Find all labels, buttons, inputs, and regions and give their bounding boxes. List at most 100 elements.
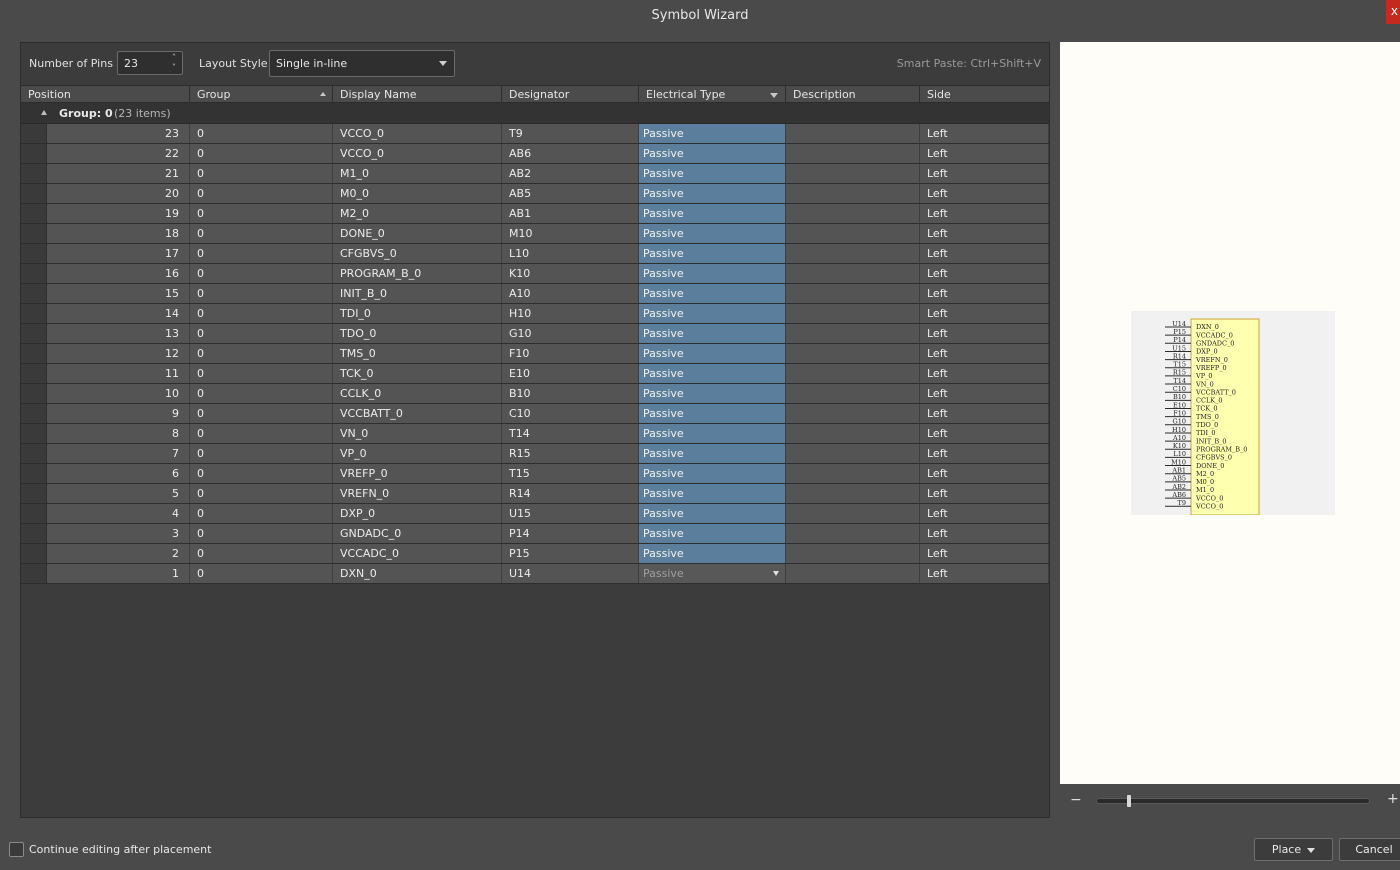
cell-position[interactable]: 23 <box>47 124 190 143</box>
cell-designator[interactable]: AB2 <box>502 164 639 183</box>
zoom-in-button[interactable]: + <box>1387 791 1399 807</box>
cell-group[interactable]: 0 <box>190 284 333 303</box>
table-row[interactable]: 5 0 VREFN_0 R14 Passive Left <box>21 484 1049 504</box>
cell-electrical-type[interactable]: Passive <box>639 324 786 343</box>
cell-designator[interactable]: AB6 <box>502 144 639 163</box>
cell-display-name[interactable]: TDI_0 <box>333 304 502 323</box>
cell-description[interactable] <box>786 484 920 503</box>
cell-electrical-type[interactable]: Passive <box>639 284 786 303</box>
cell-electrical-type[interactable]: Passive <box>639 344 786 363</box>
cell-position[interactable]: 1 <box>47 564 190 583</box>
table-row[interactable]: 9 0 VCCBATT_0 C10 Passive Left <box>21 404 1049 424</box>
place-button[interactable]: Place <box>1254 838 1333 861</box>
cell-designator[interactable]: C10 <box>502 404 639 423</box>
cell-side[interactable]: Left <box>920 204 1049 223</box>
table-row[interactable]: 16 0 PROGRAM_B_0 K10 Passive Left <box>21 264 1049 284</box>
filter-icon[interactable] <box>770 93 778 98</box>
cell-display-name[interactable]: VCCO_0 <box>333 124 502 143</box>
cell-position[interactable]: 5 <box>47 484 190 503</box>
spinner-down-icon[interactable]: ˅ <box>170 64 178 72</box>
cell-side[interactable]: Left <box>920 484 1049 503</box>
cell-designator[interactable]: U14 <box>502 564 639 583</box>
table-row[interactable]: 10 0 CCLK_0 B10 Passive Left <box>21 384 1049 404</box>
cell-position[interactable]: 14 <box>47 304 190 323</box>
cell-display-name[interactable]: VP_0 <box>333 444 502 463</box>
cell-side[interactable]: Left <box>920 384 1049 403</box>
cell-group[interactable]: 0 <box>190 204 333 223</box>
cell-display-name[interactable]: VREFP_0 <box>333 464 502 483</box>
cell-description[interactable] <box>786 344 920 363</box>
cell-side[interactable]: Left <box>920 464 1049 483</box>
cell-group[interactable]: 0 <box>190 184 333 203</box>
cell-side[interactable]: Left <box>920 124 1049 143</box>
cell-display-name[interactable]: M0_0 <box>333 184 502 203</box>
cell-position[interactable]: 18 <box>47 224 190 243</box>
cell-side[interactable]: Left <box>920 264 1049 283</box>
cell-electrical-type[interactable]: Passive <box>639 504 786 523</box>
cell-designator[interactable]: F10 <box>502 344 639 363</box>
cell-description[interactable] <box>786 164 920 183</box>
cell-position[interactable]: 11 <box>47 364 190 383</box>
cell-group[interactable]: 0 <box>190 544 333 563</box>
cell-description[interactable] <box>786 224 920 243</box>
cell-side[interactable]: Left <box>920 544 1049 563</box>
cell-position[interactable]: 17 <box>47 244 190 263</box>
cell-position[interactable]: 16 <box>47 264 190 283</box>
cell-position[interactable]: 2 <box>47 544 190 563</box>
cell-electrical-type[interactable]: Passive <box>639 564 786 583</box>
table-row[interactable]: 15 0 INIT_B_0 A10 Passive Left <box>21 284 1049 304</box>
cell-position[interactable]: 7 <box>47 444 190 463</box>
zoom-slider[interactable] <box>1096 798 1370 804</box>
group-header-row[interactable]: Group: 0 (23 items) <box>21 103 1049 124</box>
cell-designator[interactable]: U15 <box>502 504 639 523</box>
cell-position[interactable]: 6 <box>47 464 190 483</box>
cell-electrical-type[interactable]: Passive <box>639 224 786 243</box>
cell-side[interactable]: Left <box>920 184 1049 203</box>
cell-group[interactable]: 0 <box>190 564 333 583</box>
cell-description[interactable] <box>786 504 920 523</box>
cell-description[interactable] <box>786 564 920 583</box>
close-button[interactable]: x <box>1386 0 1400 24</box>
cell-group[interactable]: 0 <box>190 384 333 403</box>
cell-electrical-type[interactable]: Passive <box>639 464 786 483</box>
cell-group[interactable]: 0 <box>190 124 333 143</box>
cell-electrical-type[interactable]: Passive <box>639 384 786 403</box>
cell-description[interactable] <box>786 444 920 463</box>
table-row[interactable]: 4 0 DXP_0 U15 Passive Left <box>21 504 1049 524</box>
cell-side[interactable]: Left <box>920 404 1049 423</box>
cell-electrical-type[interactable]: Passive <box>639 524 786 543</box>
column-header-position[interactable]: Position <box>21 86 190 103</box>
cell-electrical-type[interactable]: Passive <box>639 204 786 223</box>
cell-position[interactable]: 10 <box>47 384 190 403</box>
cell-display-name[interactable]: VCCO_0 <box>333 144 502 163</box>
cell-description[interactable] <box>786 324 920 343</box>
column-header-side[interactable]: Side <box>920 86 1049 103</box>
cell-designator[interactable]: AB5 <box>502 184 639 203</box>
cell-display-name[interactable]: M2_0 <box>333 204 502 223</box>
cell-position[interactable]: 21 <box>47 164 190 183</box>
cell-designator[interactable]: R15 <box>502 444 639 463</box>
cell-electrical-type[interactable]: Passive <box>639 264 786 283</box>
spinner-up-icon[interactable]: ˄ <box>170 54 178 62</box>
cell-display-name[interactable]: TMS_0 <box>333 344 502 363</box>
cell-electrical-type[interactable]: Passive <box>639 484 786 503</box>
cell-display-name[interactable]: VCCADC_0 <box>333 544 502 563</box>
pins-count-value[interactable]: 23 <box>124 57 138 70</box>
table-row[interactable]: 22 0 VCCO_0 AB6 Passive Left <box>21 144 1049 164</box>
cell-side[interactable]: Left <box>920 364 1049 383</box>
cell-description[interactable] <box>786 524 920 543</box>
cell-designator[interactable]: L10 <box>502 244 639 263</box>
cell-designator[interactable]: M10 <box>502 224 639 243</box>
cell-electrical-type[interactable]: Passive <box>639 124 786 143</box>
pins-count-spinner[interactable]: 23 ˄ ˅ <box>117 51 183 75</box>
cell-designator[interactable]: T15 <box>502 464 639 483</box>
cell-display-name[interactable]: PROGRAM_B_0 <box>333 264 502 283</box>
chevron-down-icon[interactable] <box>439 61 447 66</box>
chevron-down-icon[interactable] <box>773 571 779 576</box>
continue-editing-label[interactable]: Continue editing after placement <box>29 843 211 856</box>
cell-group[interactable]: 0 <box>190 444 333 463</box>
cell-group[interactable]: 0 <box>190 404 333 423</box>
table-row[interactable]: 13 0 TDO_0 G10 Passive Left <box>21 324 1049 344</box>
cell-side[interactable]: Left <box>920 224 1049 243</box>
cell-designator[interactable]: H10 <box>502 304 639 323</box>
